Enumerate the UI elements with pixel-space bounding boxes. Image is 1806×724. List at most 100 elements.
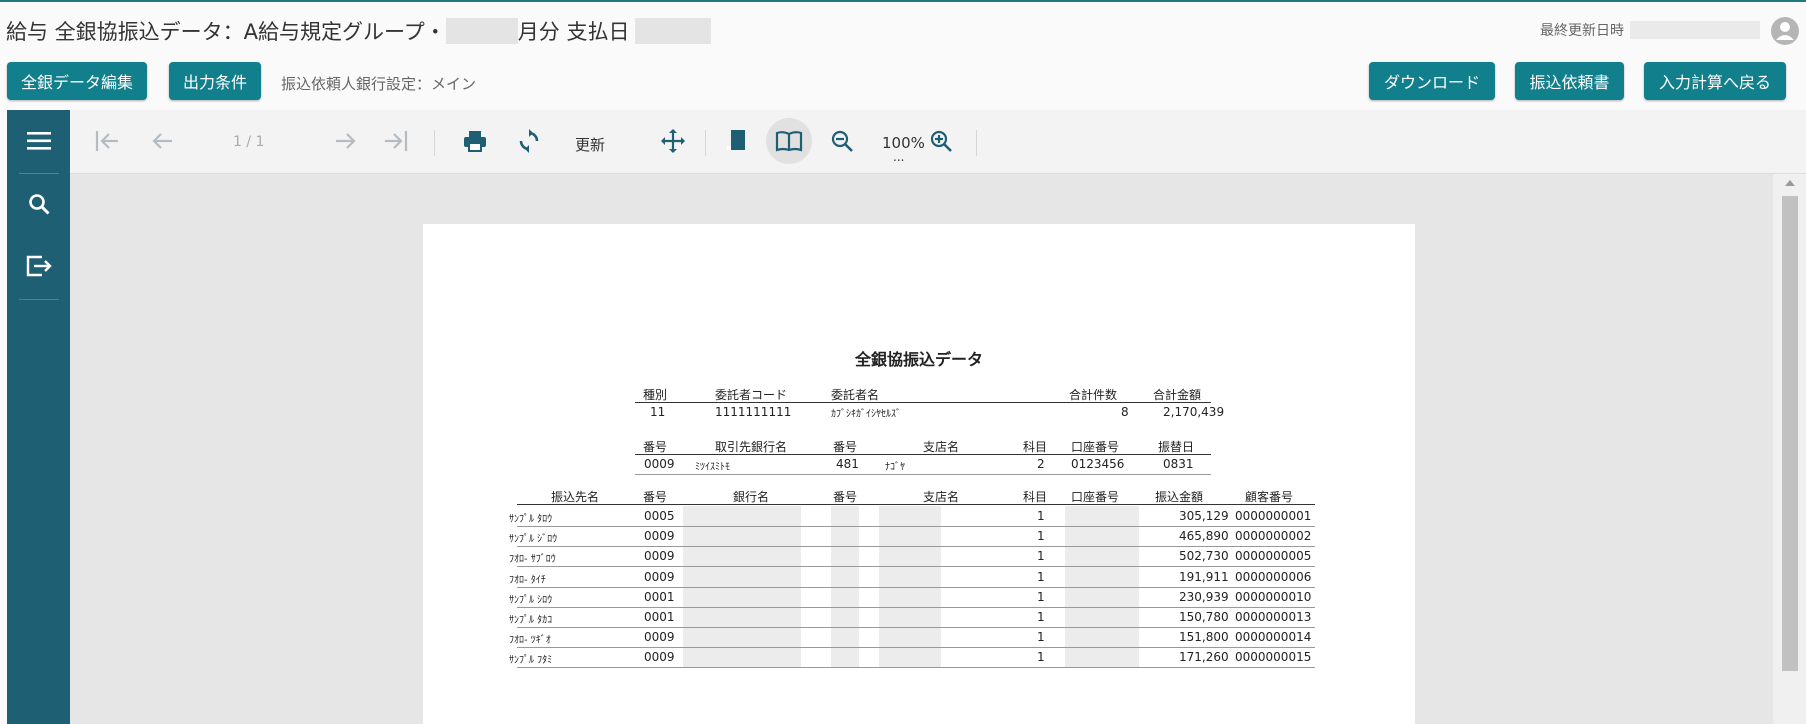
row-amount: 150,780 (1179, 610, 1229, 624)
detail-col: 番号 (833, 490, 858, 504)
scroll-up-arrow-icon[interactable] (1785, 180, 1795, 186)
edit-zengin-data-button[interactable]: 全銀データ編集 (7, 62, 147, 100)
first-page-icon[interactable] (84, 118, 130, 164)
last-updated: 最終更新日時 (1540, 20, 1760, 40)
print-icon[interactable] (452, 118, 498, 164)
row-bank-number: 0009 (644, 630, 675, 645)
h1-value: 2,170,439 (1163, 405, 1225, 419)
vertical-scrollbar[interactable] (1773, 174, 1806, 724)
title-month: 月分 支払日 (517, 20, 630, 44)
row-amount: 465,890 (1179, 529, 1229, 544)
bank-setting-label: 振込依頼人銀行設定：メイン (281, 75, 477, 93)
row-name: ｻﾝﾌﾟﾙ ﾀﾛｳ (509, 514, 553, 525)
row-rule (517, 647, 1315, 649)
title-prefix: 給与 全銀協振込データ：A給与規定グループ・ (6, 20, 446, 44)
h2-col: 番号 (643, 440, 668, 454)
h2-value: ﾅｺﾞﾔ (885, 462, 905, 473)
next-page-icon[interactable] (322, 118, 368, 164)
row-customer-number: 0000000005 (1235, 549, 1312, 564)
row-name: ｻﾝﾌﾟﾙ ﾌﾀﾐ (509, 655, 553, 667)
export-icon[interactable] (7, 235, 70, 297)
output-conditions-button[interactable]: 出力条件 (169, 62, 261, 100)
row-rule (517, 667, 1315, 669)
sidebar-divider (19, 299, 59, 300)
row-customer-number: 0000000010 (1235, 589, 1312, 604)
row-bank-number: 0009 (644, 529, 675, 544)
zoom-options[interactable]: ... (893, 150, 904, 164)
h2-value: 481 (836, 457, 859, 471)
h2-value: ﾐﾂｲｽﾐﾄﾓ (695, 462, 730, 473)
menu-icon[interactable] (7, 110, 70, 172)
detail-col: 振込金額 (1155, 490, 1204, 504)
h1-rule (635, 402, 1211, 403)
download-button[interactable]: ダウンロード (1369, 62, 1495, 100)
zoom-in-icon[interactable] (918, 118, 964, 164)
h2-bottom-rule (635, 474, 1211, 475)
viewer-toolbar: 1 / 1 更新 100% ... (70, 110, 1806, 174)
viewer-sidebar (7, 110, 70, 724)
document-area: 全銀協振込データ 種別 委託者コード 委託者名 合計件数 合計金額 11 111… (70, 174, 1773, 724)
row-bank-number: 0001 (644, 610, 675, 624)
row-bank-number: 0009 (644, 549, 675, 564)
h2-col: 支店名 (923, 440, 960, 454)
last-page-icon[interactable] (373, 118, 419, 164)
detail-col: 振込先名 (551, 490, 600, 504)
continuous-view-icon[interactable] (714, 118, 760, 164)
zoom-out-icon[interactable] (819, 118, 865, 164)
detail-col: 顧客番号 (1245, 490, 1294, 504)
h1-value: ｶﾌﾞｼｷｶﾞｲｼﾔｾﾙｽﾞ (831, 409, 901, 420)
row-name: ｻﾝﾌﾟﾙ ﾀｶｺ (509, 615, 553, 626)
user-avatar-icon[interactable] (1770, 16, 1800, 46)
row-rule (517, 586, 1315, 588)
row-amount: 305,129 (1179, 509, 1229, 523)
row-account-type: 1 (1037, 610, 1045, 624)
report-title: 全銀協振込データ (854, 350, 983, 369)
row-amount: 191,911 (1179, 569, 1229, 584)
pan-move-icon[interactable] (650, 118, 696, 164)
row-account-type: 1 (1037, 650, 1045, 665)
row-rule (517, 606, 1315, 608)
redacted-period (445, 18, 518, 44)
row-amount: 151,800 (1179, 630, 1229, 645)
redacted-updated-value (1630, 21, 1760, 39)
page-indicator[interactable]: 1 / 1 (233, 134, 264, 150)
row-customer-number: 0000000006 (1235, 569, 1312, 584)
row-customer-number: 0000000014 (1235, 630, 1312, 645)
h1-value: 11 (650, 405, 666, 419)
row-customer-number: 0000000015 (1235, 650, 1312, 665)
row-customer-number: 0000000002 (1235, 529, 1312, 544)
h2-value: 0123456 (1071, 457, 1125, 471)
row-bank-number: 0009 (644, 569, 675, 584)
h1-col: 合計件数 (1069, 388, 1118, 402)
row-amount: 230,939 (1179, 589, 1229, 604)
scrollbar-thumb[interactable] (1782, 196, 1798, 671)
prev-page-icon[interactable] (140, 118, 186, 164)
row-account-type: 1 (1037, 569, 1045, 584)
refresh-icon[interactable] (506, 118, 552, 164)
page-title: 給与 全銀協振込データ：A給与規定グループ・ 月分 支払日 (6, 16, 712, 46)
row-account-type: 1 (1037, 589, 1045, 604)
book-view-icon[interactable] (766, 118, 812, 164)
h2-col: 取引先銀行名 (715, 440, 788, 454)
h1-col: 種別 (643, 388, 668, 402)
row-account-type: 1 (1037, 630, 1045, 645)
h2-col: 科目 (1023, 440, 1048, 454)
search-icon[interactable] (7, 173, 70, 235)
row-bank-number: 0005 (644, 509, 675, 523)
row-account-type: 1 (1037, 529, 1045, 544)
h2-value: 2 (1037, 457, 1045, 471)
h2-col: 番号 (833, 440, 858, 454)
refresh-label[interactable]: 更新 (575, 134, 605, 155)
row-name: ﾌｵﾛ- ﾀｲﾁ (509, 574, 546, 586)
h2-rule (635, 454, 1211, 455)
row-amount: 502,730 (1179, 549, 1229, 564)
row-name: ｻﾝﾌﾟﾙ ｼﾞﾛｳ (509, 534, 558, 546)
redacted-pay-date (635, 18, 712, 44)
row-rule (517, 566, 1315, 568)
row-name: ﾌｵﾛ- ｻﾌﾞﾛｳ (509, 554, 556, 566)
h1-value: 1111111111 (715, 405, 792, 419)
back-to-input-button[interactable]: 入力計算へ戻る (1644, 62, 1786, 100)
toolbar-divider (976, 130, 977, 156)
toolbar-divider (434, 130, 435, 156)
transfer-request-button[interactable]: 振込依頼書 (1515, 62, 1624, 100)
